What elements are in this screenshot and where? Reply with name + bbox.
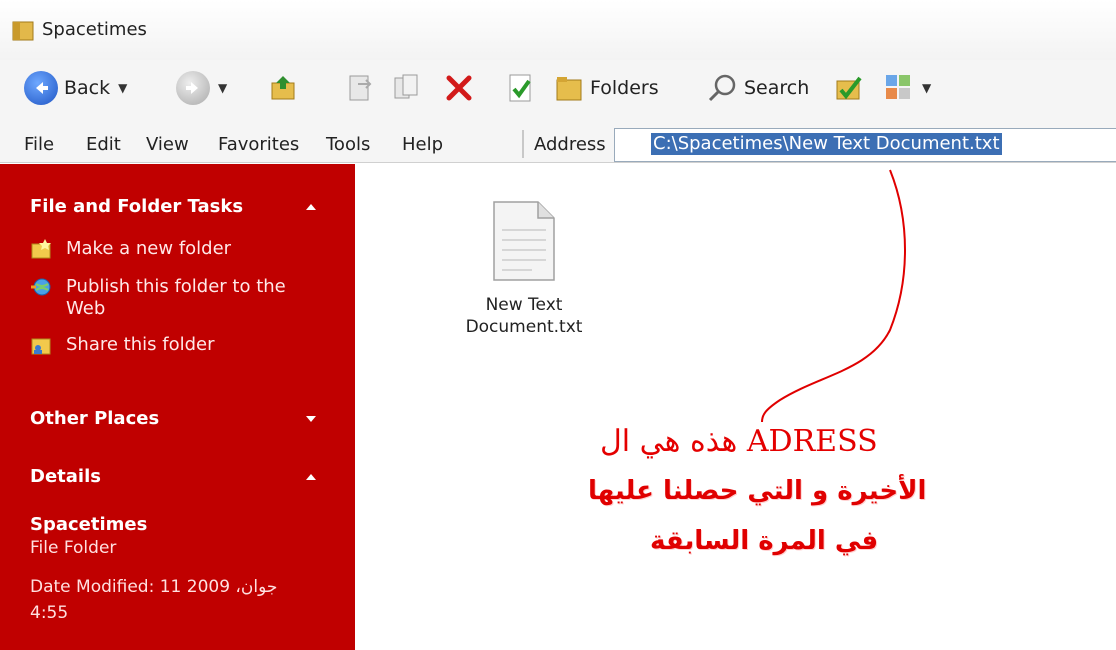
address-label: Address: [534, 134, 606, 155]
address-separator: [522, 130, 524, 158]
task-panel: File and Folder Tasks Make a new folder …: [0, 164, 355, 650]
menu-file[interactable]: File: [24, 134, 54, 155]
back-button[interactable]: Back ▼: [24, 70, 127, 106]
expand-other-places-icon[interactable]: [306, 416, 316, 422]
move-to-icon: [349, 75, 372, 101]
collapse-details-icon[interactable]: [306, 474, 316, 480]
menu-view[interactable]: View: [146, 134, 189, 155]
toolbar: Back ▼ ▼ Folders Search ▼: [0, 60, 1116, 116]
up-folder-button[interactable]: [268, 70, 298, 106]
task-publish-web[interactable]: Publish this folder to the Web: [30, 276, 306, 320]
back-dropdown-icon[interactable]: ▼: [118, 81, 127, 95]
collapse-tasks-icon[interactable]: [306, 204, 316, 210]
task-label: Publish this folder to the Web: [66, 276, 286, 319]
annotation-arrow: [761, 169, 906, 423]
forward-dropdown-icon[interactable]: ▼: [218, 81, 227, 95]
delete-icon: [446, 75, 472, 101]
menu-tools[interactable]: Tools: [326, 134, 370, 155]
address-field[interactable]: C:\Spacetimes\New Text Document.txt: [614, 128, 1116, 162]
up-folder-icon: [271, 76, 295, 100]
views-icon: [886, 75, 910, 99]
back-arrow-icon: [24, 71, 58, 105]
address-value[interactable]: C:\Spacetimes\New Text Document.txt: [651, 133, 1002, 155]
other-places-heading[interactable]: Other Places: [30, 408, 159, 429]
back-label: Back: [64, 77, 111, 99]
folders-label: Folders: [590, 77, 659, 99]
details-type: File Folder: [30, 538, 117, 558]
new-folder-icon: [31, 239, 51, 259]
forward-arrow-icon: [176, 71, 210, 105]
details-date-modified: Date Modified: 11 جوان، 2009 4:55: [30, 577, 278, 623]
details-name: Spacetimes: [30, 514, 148, 535]
move-to-button[interactable]: [346, 70, 376, 106]
copy-to-icon: [394, 74, 418, 99]
folder-icon: [12, 21, 34, 41]
task-label: Make a new folder: [66, 238, 232, 259]
check-folder-icon: [836, 76, 862, 100]
search-button[interactable]: Search: [706, 70, 809, 106]
menu-edit[interactable]: Edit: [86, 134, 121, 155]
file-item[interactable]: New Text Document.txt: [460, 200, 588, 338]
forward-button[interactable]: ▼: [176, 70, 227, 106]
views-button[interactable]: ▼: [884, 70, 931, 106]
text-file-icon: [493, 201, 555, 281]
title-bar: Spacetimes: [0, 0, 1116, 60]
search-label: Search: [744, 77, 810, 99]
publish-web-icon: [31, 278, 51, 296]
delete-button[interactable]: [444, 70, 474, 106]
annotation-title: هذه هي ال ADRESS: [600, 424, 878, 459]
properties-icon: [509, 74, 531, 102]
task-share-folder[interactable]: Share this folder: [30, 334, 306, 356]
window-title: Spacetimes: [42, 19, 147, 40]
views-dropdown-icon[interactable]: ▼: [922, 81, 931, 95]
details-heading[interactable]: Details: [30, 466, 101, 487]
folders-button[interactable]: Folders: [554, 70, 659, 106]
copy-to-button[interactable]: [392, 70, 422, 106]
folders-icon: [556, 77, 582, 101]
menu-bar: File Edit View Favorites Tools Help Addr…: [0, 116, 1116, 163]
menu-favorites[interactable]: Favorites: [218, 134, 299, 155]
search-icon: [708, 74, 736, 102]
task-label: Share this folder: [66, 334, 215, 355]
file-folder-tasks-heading[interactable]: File and Folder Tasks: [30, 196, 243, 217]
share-folder-icon: [31, 338, 51, 355]
customize-button[interactable]: [834, 70, 864, 106]
annotation-line-2: في المرة السابقة: [650, 526, 879, 556]
annotation-line-1: الأخيرة و التي حصلنا عليها: [588, 476, 927, 506]
menu-help[interactable]: Help: [402, 134, 443, 155]
file-name: New Text Document.txt: [465, 295, 583, 337]
properties-button[interactable]: [506, 70, 536, 106]
task-make-new-folder[interactable]: Make a new folder: [30, 238, 306, 260]
